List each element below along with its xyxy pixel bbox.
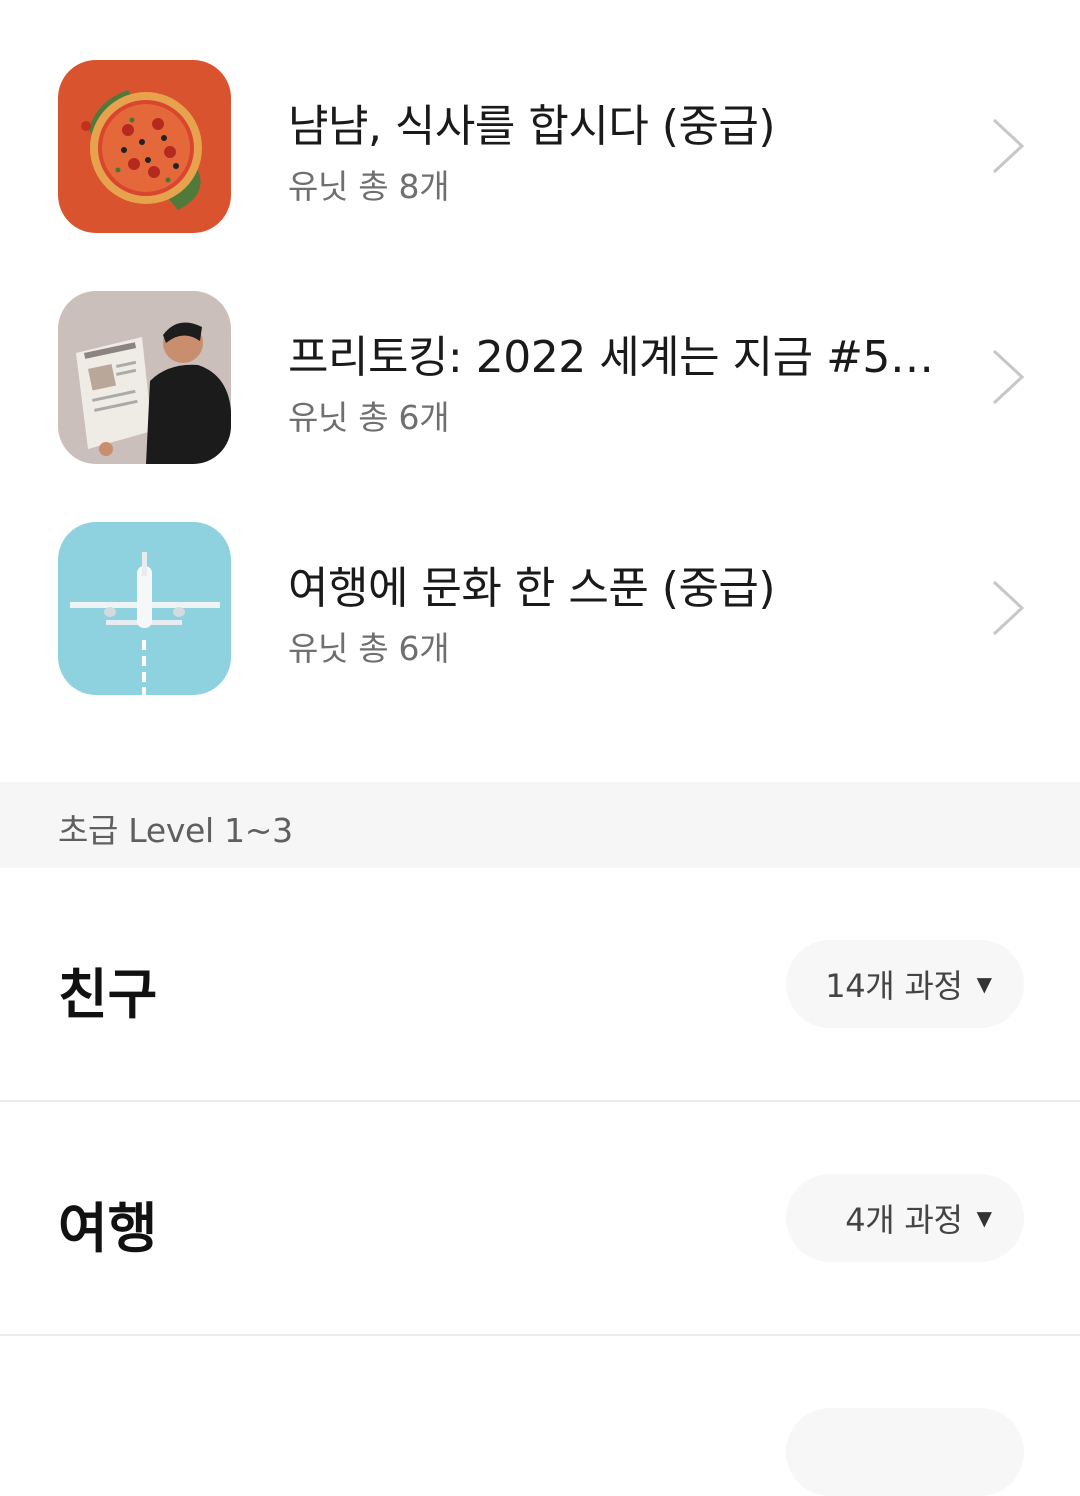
level-label: 초급 Level 1~3: [58, 811, 293, 850]
chevron-right-icon: [992, 349, 1025, 405]
chevron-right-icon: [992, 580, 1025, 636]
newspaper-reader-image: [58, 291, 231, 464]
course-title: 여행에 문화 한 스푼 (중급): [288, 563, 776, 614]
caret-down-icon: ▼: [976, 1206, 992, 1230]
category-title: 친구: [58, 963, 158, 1026]
course-count-dropdown[interactable]: 4개 과정 ▼: [786, 1174, 1024, 1262]
course-item-freetalking[interactable]: 프리토킹: 2022 세계는 지금 #5 (... 유닛 총 6개: [0, 291, 1080, 521]
course-unit-count: 유닛 총 6개: [288, 398, 450, 437]
course-item-meal[interactable]: 냠냠, 식사를 합시다 (중급) 유닛 총 8개: [0, 60, 1080, 290]
course-count-label: 14개 과정: [825, 967, 963, 1005]
course-unit-count: 유닛 총 8개: [288, 167, 450, 206]
category-row-friend: 친구 14개 과정 ▼: [0, 868, 1080, 1102]
category-row-travel: 여행 4개 과정 ▼: [0, 1102, 1080, 1336]
course-count-label: 4개 과정: [845, 1201, 963, 1239]
pizza-image: [58, 60, 231, 233]
chevron-right-icon: [992, 118, 1025, 174]
category-title: 여행: [58, 1197, 158, 1260]
newspaper-thumbnail: [58, 291, 231, 464]
course-title: 프리토킹: 2022 세계는 지금 #5 (...: [288, 332, 938, 383]
course-item-travel-culture[interactable]: 여행에 문화 한 스푼 (중급) 유닛 총 6개: [0, 522, 1080, 752]
course-unit-count: 유닛 총 6개: [288, 629, 450, 668]
pizza-thumbnail: [58, 60, 231, 233]
course-count-dropdown-partial[interactable]: [786, 1408, 1024, 1496]
course-list: 냠냠, 식사를 합시다 (중급) 유닛 총 8개 프리토킹: 2022 세계는 …: [0, 0, 1080, 782]
airplane-thumbnail: [58, 522, 231, 695]
course-count-dropdown[interactable]: 14개 과정 ▼: [786, 940, 1024, 1028]
level-section-header: 초급 Level 1~3: [0, 782, 1080, 868]
caret-down-icon: ▼: [976, 972, 992, 996]
course-title: 냠냠, 식사를 합시다 (중급): [288, 101, 776, 152]
airplane-image: [58, 522, 231, 695]
